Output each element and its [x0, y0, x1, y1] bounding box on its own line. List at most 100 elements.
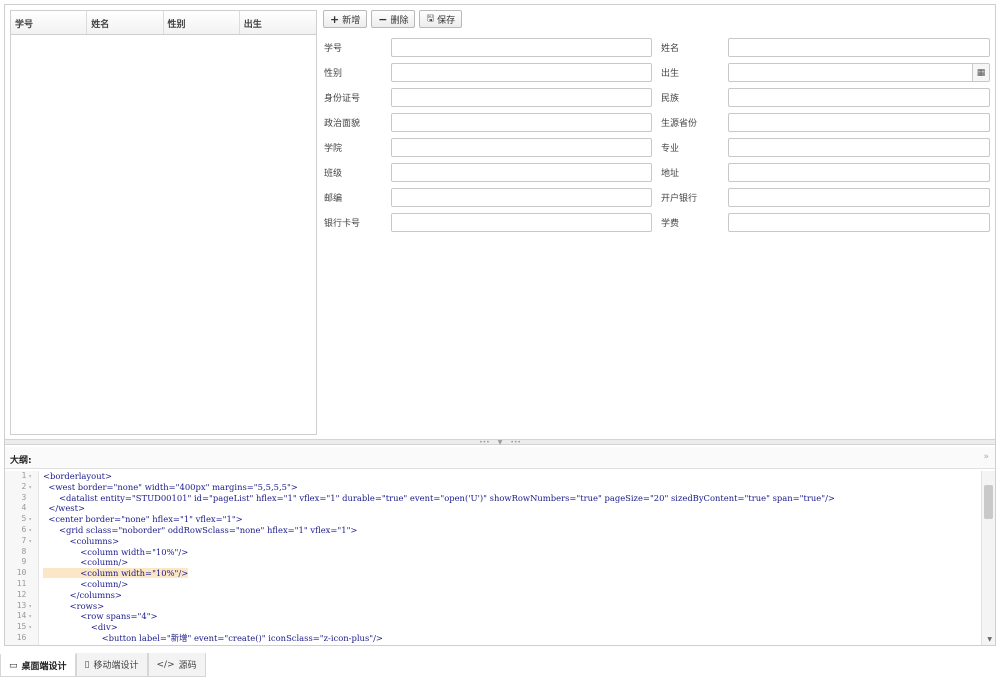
- line-number: 8: [5, 547, 38, 558]
- tab-label: 源码: [178, 661, 197, 671]
- grid-header: 学号 姓名 性别 出生: [11, 11, 316, 35]
- postcode-field[interactable]: [391, 188, 652, 207]
- code-text: <center border="none" hflex="1" vflex="1…: [43, 514, 243, 525]
- tab-desktop-design[interactable]: ▭ 桌面端设计: [0, 653, 76, 677]
- fold-icon[interactable]: ▾: [28, 613, 32, 620]
- form-row: 政治面貌 生源省份: [323, 110, 993, 135]
- scrollbar-thumb[interactable]: [984, 485, 993, 519]
- line-number: 16: [5, 633, 38, 644]
- student-form: 学号 姓名 性别 出生 ▦ 身份证号 民族 政治面貌 生源省份 学院 专业 班级…: [323, 35, 993, 235]
- mobile-icon: ▯: [84, 659, 90, 670]
- line-number-text: 8: [21, 546, 27, 556]
- code-line: <west border="none" width="400px" margin…: [43, 482, 979, 493]
- form-row: 学院 专业: [323, 135, 993, 160]
- code-text: <column/>: [43, 557, 129, 568]
- fold-icon[interactable]: ▾: [28, 603, 32, 610]
- field-label: 学号: [324, 44, 343, 54]
- code-text: <button label="新增" event="create()" icon…: [43, 632, 383, 643]
- code-text: <west border="none" width="400px" margin…: [43, 481, 298, 492]
- outline-header: 大纲: »: [5, 447, 995, 469]
- college-field[interactable]: [391, 138, 652, 157]
- panel-splitter[interactable]: ••• ▼ •••: [5, 438, 995, 446]
- field-label: 班级: [324, 169, 343, 179]
- tab-label: 桌面端设计: [21, 662, 67, 672]
- line-number: 9: [5, 557, 38, 568]
- line-number-text: 1: [21, 471, 27, 480]
- calendar-icon[interactable]: ▦: [972, 64, 989, 81]
- line-number-text: 7: [21, 535, 27, 545]
- fold-icon[interactable]: ▾: [28, 538, 32, 545]
- outline-title: 大纲:: [10, 456, 32, 466]
- fold-icon[interactable]: ▾: [28, 484, 32, 491]
- field-label: 政治面貌: [324, 119, 361, 129]
- grip-icon: •••: [479, 438, 490, 446]
- code-line: <column/>: [43, 579, 979, 590]
- delete-button[interactable]: − 删除: [371, 10, 416, 28]
- major-field[interactable]: [728, 138, 990, 157]
- tuition-field[interactable]: [728, 213, 990, 232]
- vertical-scrollbar[interactable]: ▼: [981, 471, 995, 645]
- line-number: 13 ▾: [5, 601, 38, 612]
- grip-icon: •••: [510, 438, 521, 446]
- column-header[interactable]: 学号: [11, 11, 88, 34]
- fold-icon[interactable]: ▾: [28, 473, 32, 480]
- code-text: <rows>: [43, 600, 105, 611]
- column-header[interactable]: 姓名: [87, 11, 164, 34]
- line-number-text: 6: [21, 524, 27, 534]
- designer-canvas: 学号 姓名 性别 出生 + 新增 − 删除 🖫 保存 学号 姓名 性别 出生 ▦…: [4, 4, 996, 646]
- code-text: <div>: [43, 622, 118, 633]
- field-label: 身份证号: [324, 94, 361, 104]
- tab-label: 移动端设计: [93, 661, 139, 671]
- field-label: 学费: [661, 219, 680, 229]
- political-status-field[interactable]: [391, 113, 652, 132]
- fold-icon[interactable]: ▾: [28, 624, 32, 631]
- field-label: 地址: [661, 169, 680, 179]
- splitter-collapse-icon[interactable]: ▼: [498, 439, 503, 446]
- bank-field[interactable]: [728, 188, 990, 207]
- id-card-field[interactable]: [391, 88, 652, 107]
- gender-field[interactable]: [391, 63, 652, 82]
- code-line: <column width="10%"/>: [43, 547, 979, 558]
- fold-icon[interactable]: ▾: [28, 516, 32, 523]
- origin-province-field[interactable]: [728, 113, 990, 132]
- fold-icon[interactable]: ▾: [28, 527, 32, 534]
- code-text: <columns>: [43, 535, 120, 546]
- code-line: </west>: [43, 503, 979, 514]
- name-field[interactable]: [728, 38, 990, 57]
- code-editor[interactable]: 1 ▾ 2 ▾ 3 4 5 ▾ 6 ▾ 7 ▾ 8 9 10 11 12 13 ▾ 14 ▾ 15 ▾ 16 <…: [5, 471, 995, 645]
- code-text: </columns>: [43, 589, 122, 600]
- class-field[interactable]: [391, 163, 652, 182]
- student-id-field[interactable]: [391, 38, 652, 57]
- code-line: <column width="10%"/>: [43, 568, 979, 579]
- field-label: 开户银行: [661, 194, 698, 204]
- line-number: 10: [5, 568, 38, 579]
- line-number-text: 16: [16, 632, 27, 642]
- design-mode-tabs: ▭ 桌面端设计 ▯ 移动端设计 </> 源码: [0, 653, 206, 677]
- code-text: <datalist entity="STUD00101" id="pageLis…: [43, 492, 835, 503]
- form-row: 班级 地址: [323, 160, 993, 185]
- address-field[interactable]: [728, 163, 990, 182]
- collapse-icon[interactable]: »: [983, 452, 989, 462]
- line-number-text: 15: [16, 622, 27, 632]
- line-number: 1 ▾: [5, 471, 38, 482]
- save-button[interactable]: 🖫 保存: [419, 10, 463, 28]
- minus-icon: −: [378, 12, 388, 26]
- tab-mobile-design[interactable]: ▯ 移动端设计: [75, 653, 148, 677]
- form-toolbar: + 新增 − 删除 🖫 保存: [323, 10, 463, 30]
- line-number: 6 ▾: [5, 525, 38, 536]
- bank-card-field[interactable]: [391, 213, 652, 232]
- ethnicity-field[interactable]: [728, 88, 990, 107]
- field-label: 专业: [661, 144, 680, 154]
- birth-date-field[interactable]: ▦: [728, 63, 990, 82]
- scroll-down-icon[interactable]: ▼: [987, 636, 992, 643]
- column-header[interactable]: 性别: [164, 11, 240, 34]
- add-button[interactable]: + 新增: [323, 10, 368, 28]
- column-header[interactable]: 出生: [240, 11, 316, 34]
- code-line: <columns>: [43, 536, 979, 547]
- tab-source[interactable]: </> 源码: [147, 653, 206, 677]
- line-number-text: 3: [21, 492, 27, 502]
- field-label: 学院: [324, 144, 343, 154]
- code-line: <grid sclass="noborder" oddRowSclass="no…: [43, 525, 979, 536]
- line-number-text: 4: [21, 503, 27, 513]
- code-line: <center border="none" hflex="1" vflex="1…: [43, 514, 979, 525]
